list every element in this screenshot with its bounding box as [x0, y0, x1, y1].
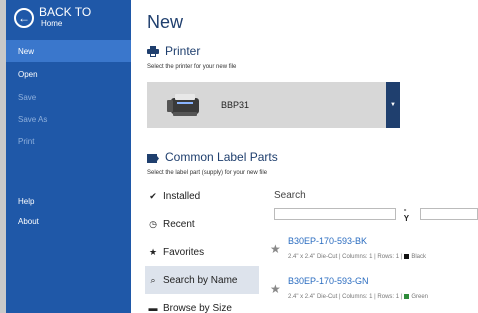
result-description: 2.4" x 2.4" Die-Cut | Columns: 1 | Rows:…: [288, 254, 426, 260]
search-input[interactable]: [274, 208, 396, 220]
label-parts-heading-label: Common Label Parts: [165, 150, 278, 164]
result-desc-text: 2.4" x 2.4" Die-Cut | Columns: 1 | Rows:…: [288, 254, 403, 261]
chevron-down-icon: ▼: [390, 102, 396, 108]
printer-heading-label: Printer: [165, 44, 201, 58]
result-description: 2.4" x 2.4" Die-Cut | Columns: 1 | Rows:…: [288, 294, 428, 300]
menu-label: About: [18, 216, 39, 226]
main-panel: New Printer Select the printer for your …: [131, 0, 478, 313]
tab-favorites[interactable]: ★ Favorites: [145, 238, 259, 266]
favorite-star-icon[interactable]: ★: [270, 282, 281, 296]
tab-label: Favorites: [163, 246, 205, 258]
printer-icon: [147, 46, 159, 57]
search-row: - Y: [270, 205, 478, 223]
color-swatch: [404, 294, 410, 299]
menu-item-new[interactable]: New: [6, 40, 131, 62]
result-title[interactable]: B30EP-170-593-GN: [288, 276, 369, 286]
search-icon: ⌕: [150, 274, 156, 285]
label-part-tabs: ✔ Installed ◷ Recent ★ Favorites ⌕ Search by…: [145, 182, 259, 313]
label-printer-icon: [165, 90, 205, 120]
backstage-sidebar: ← BACK TO Home New Open Save Save As Pri…: [6, 0, 131, 313]
filter-y-label: - Y: [403, 205, 410, 223]
tab-search-by-name[interactable]: ⌕ Search by Name: [145, 266, 259, 294]
tab-browse-by-size[interactable]: ▬ Browse by Size: [145, 294, 259, 313]
tab-recent[interactable]: ◷ Recent: [145, 210, 259, 238]
favorite-star-icon[interactable]: ★: [270, 242, 281, 256]
label-parts-subtitle: Select the label part (supply) for your …: [147, 170, 268, 176]
label-roll-icon: [147, 152, 159, 163]
tab-label: Recent: [163, 218, 195, 230]
printer-subtitle: Select the printer for your new file: [147, 64, 237, 70]
menu-item-save[interactable]: Save: [6, 86, 131, 108]
menu-item-about[interactable]: About: [6, 210, 131, 232]
tab-label: Installed: [163, 190, 201, 202]
list-item[interactable]: ★ B30EP-170-593-GN 2.4" x 2.4" Die-Cut |…: [270, 274, 478, 313]
menu-label: Print: [18, 136, 35, 146]
menu-label: Help: [18, 196, 35, 206]
printer-section-heading: Printer: [147, 44, 200, 58]
search-label: Search: [274, 190, 306, 201]
results-panel: Search - Y ★ B30EP-170-593-BK 2.4" x 2.4…: [270, 186, 478, 300]
menu-item-save-as[interactable]: Save As: [6, 108, 131, 130]
label-parts-section-heading: Common Label Parts: [147, 150, 278, 164]
tab-label: Browse by Size: [163, 302, 232, 313]
back-to-home-button[interactable]: ← BACK TO Home: [14, 6, 91, 28]
clock-icon: ◷: [149, 218, 157, 229]
list-item[interactable]: ★ B30EP-170-593-BK 2.4" x 2.4" Die-Cut |…: [270, 234, 478, 278]
menu-label: Open: [18, 69, 38, 79]
check-icon: ✔: [149, 190, 157, 201]
selected-printer-name: BBP31: [221, 100, 250, 110]
result-desc-text: 2.4" x 2.4" Die-Cut | Columns: 1 | Rows:…: [288, 294, 403, 301]
back-title: BACK TO: [39, 5, 92, 19]
result-color-label: Green: [411, 294, 428, 301]
back-arrow-icon: ←: [14, 8, 34, 28]
menu-label: New: [18, 46, 35, 56]
folder-icon: ▬: [148, 303, 158, 313]
filter-y-input[interactable]: [419, 208, 478, 220]
page-title: New: [147, 12, 184, 32]
printer-dropdown-button[interactable]: ▼: [386, 82, 400, 128]
tab-label: Search by Name: [163, 274, 238, 286]
result-color-label: Black: [411, 254, 426, 261]
menu-label: Save As: [18, 114, 48, 124]
back-subtitle: Home: [41, 19, 63, 28]
menu-item-print[interactable]: Print: [6, 130, 131, 152]
star-icon: ★: [148, 246, 158, 257]
app-window: ← BACK TO Home New Open Save Save As Pri…: [6, 0, 478, 313]
printer-select[interactable]: BBP31: [147, 82, 386, 128]
result-title[interactable]: B30EP-170-593-BK: [288, 236, 367, 246]
menu-item-open[interactable]: Open: [6, 63, 131, 85]
menu-label: Save: [18, 92, 37, 102]
color-swatch: [404, 254, 410, 259]
menu-item-help[interactable]: Help: [6, 190, 131, 212]
tab-installed[interactable]: ✔ Installed: [145, 182, 259, 210]
